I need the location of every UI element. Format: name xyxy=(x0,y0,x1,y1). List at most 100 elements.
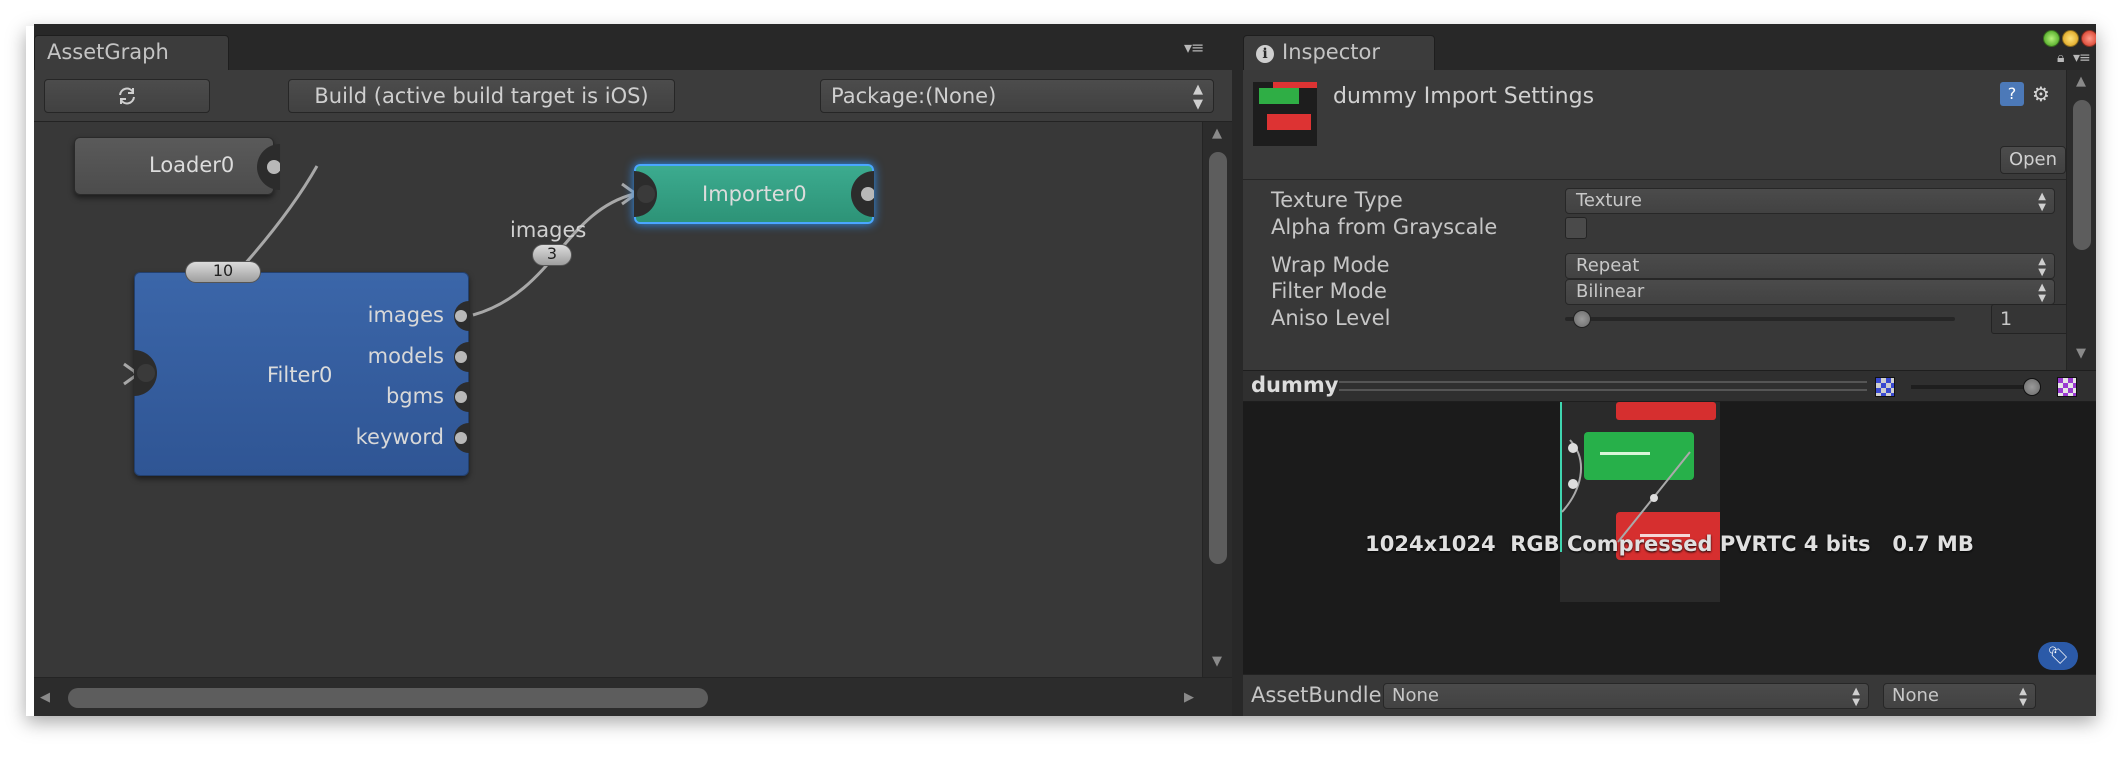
tag-icon[interactable]: 🏷︎ xyxy=(2038,642,2078,670)
preview-header[interactable]: dummy xyxy=(1243,370,2096,402)
texture-type-value: Texture xyxy=(1576,190,1642,211)
asset-bundle-variant-value: None xyxy=(1892,685,1939,706)
asset-bundle-name-dropdown[interactable]: None ▲ ▼ xyxy=(1383,683,1869,709)
importer-output-port[interactable] xyxy=(844,171,874,217)
vertical-scroll-thumb[interactable] xyxy=(1209,152,1227,564)
refresh-icon xyxy=(119,87,135,105)
graph-vertical-scrollbar[interactable]: ▲ ▼ xyxy=(1202,122,1232,677)
assetgraph-toolbar: Build (active build target is iOS) Packa… xyxy=(34,70,1232,122)
filter-output-port-models[interactable] xyxy=(453,342,469,372)
aniso-level-slider[interactable] xyxy=(1565,310,1955,328)
tab-assetgraph[interactable]: AssetGraph xyxy=(34,35,229,70)
texture-type-dropdown[interactable]: Texture ▲ ▼ xyxy=(1565,188,2055,214)
filter-node-title: Filter0 xyxy=(267,363,333,387)
horizontal-scroll-thumb[interactable] xyxy=(68,688,708,708)
texture-type-label: Texture Type xyxy=(1271,188,1403,212)
build-button-label: Build (active build target is iOS) xyxy=(314,84,649,108)
updown-arrows-icon: ▲ ▼ xyxy=(1193,82,1203,112)
assetgraph-tabbar: AssetGraph ▾≡ xyxy=(34,24,1232,70)
inspector-panel: i Inspector 🔒︎ ▾≡ dummy Import Settings ?… xyxy=(1243,24,2096,716)
inspector-scroll-thumb[interactable] xyxy=(2073,100,2091,250)
scroll-down-icon[interactable]: ▼ xyxy=(2076,346,2086,361)
close-window-icon[interactable] xyxy=(2081,30,2096,47)
package-dropdown-label: Package:(None) xyxy=(831,84,997,108)
assetgraph-panel: AssetGraph ▾≡ Build (active build target… xyxy=(34,24,1232,716)
texture-preview-image xyxy=(1560,402,1720,602)
wrap-mode-dropdown[interactable]: Repeat ▲ ▼ xyxy=(1565,253,2055,279)
refresh-button[interactable] xyxy=(44,79,210,113)
alpha-toggle-icon[interactable] xyxy=(2057,377,2077,397)
build-button[interactable]: Build (active build target is iOS) xyxy=(288,79,675,113)
asset-bundle-variant-dropdown[interactable]: None ▲ ▼ xyxy=(1883,683,2036,709)
import-settings: Texture Type Texture ▲ ▼ Alpha from Grays… xyxy=(1243,180,2091,370)
texture-preview-graphic xyxy=(1560,402,1720,602)
scroll-up-icon[interactable]: ▲ xyxy=(1212,126,1222,141)
gear-icon[interactable]: ⚙ xyxy=(2029,82,2053,106)
scroll-up-icon[interactable]: ▲ xyxy=(2076,74,2086,89)
updown-arrows-icon: ▲ ▼ xyxy=(2019,686,2027,708)
tab-inspector[interactable]: i Inspector xyxy=(1243,35,1435,70)
help-icon[interactable]: ? xyxy=(2000,82,2024,106)
texture-preview: 1024x1024 RGB Compressed PVRTC 4 bits 0.… xyxy=(1243,402,2096,674)
alpha-from-grayscale-label: Alpha from Grayscale xyxy=(1271,215,1498,239)
aniso-level-value: 1 xyxy=(2000,308,2013,330)
filter-output-label: bgms xyxy=(385,384,444,408)
asset-bundle-label: AssetBundle xyxy=(1251,683,1382,707)
filter-output-label: models xyxy=(367,344,444,368)
graph-horizontal-scrollbar[interactable]: ◀ ▶ xyxy=(34,677,1232,716)
maximize-window-icon[interactable] xyxy=(2043,30,2060,47)
graph-canvas[interactable]: Loader0 Importer0 Filter0 images models … xyxy=(34,122,1202,677)
rgb-toggle-icon[interactable] xyxy=(1875,377,1895,397)
minimize-window-icon[interactable] xyxy=(2062,30,2079,47)
filter-input-port[interactable] xyxy=(134,350,164,396)
alpha-from-grayscale-checkbox[interactable] xyxy=(1565,217,1587,239)
importer-input-port[interactable] xyxy=(634,171,664,217)
scroll-left-icon[interactable]: ◀ xyxy=(40,690,50,705)
aniso-level-label: Aniso Level xyxy=(1271,306,1391,330)
scroll-right-icon[interactable]: ▶ xyxy=(1184,690,1194,705)
connection-label: images xyxy=(510,218,587,242)
aniso-level-slider-knob[interactable] xyxy=(1573,310,1591,328)
preview-drag-handle[interactable] xyxy=(1339,381,1867,391)
scroll-down-icon[interactable]: ▼ xyxy=(1212,654,1222,669)
panel-menu-icon[interactable]: ▾≡ xyxy=(2073,50,2091,66)
package-dropdown[interactable]: Package:(None) ▲ ▼ xyxy=(820,79,1214,113)
wrap-mode-value: Repeat xyxy=(1576,255,1640,276)
inspector-title: dummy Import Settings xyxy=(1333,84,1595,109)
filter-mode-dropdown[interactable]: Bilinear ▲ ▼ xyxy=(1565,279,2055,305)
open-button[interactable]: Open xyxy=(2000,146,2066,174)
updown-arrows-icon: ▲ ▼ xyxy=(2038,256,2046,278)
mip-level-slider-knob[interactable] xyxy=(2023,378,2041,396)
filter-output-port-images[interactable] xyxy=(453,301,469,331)
inspector-header: dummy Import Settings ? ⚙ Open xyxy=(1243,70,2096,180)
preview-asset-name: dummy xyxy=(1251,373,1339,397)
importer-node-title: Importer0 xyxy=(702,182,807,206)
filter-node[interactable]: Filter0 images models bgms keyword xyxy=(134,272,469,476)
filter-output-port-keyword[interactable] xyxy=(453,423,469,453)
panel-divider[interactable] xyxy=(1232,24,1243,716)
tab-assetgraph-label: AssetGraph xyxy=(47,40,169,64)
inspector-tabbar: i Inspector 🔒︎ ▾≡ xyxy=(1243,24,2096,70)
loader-output-port[interactable] xyxy=(250,144,280,190)
filter-output-port-bgms[interactable] xyxy=(453,382,469,412)
asset-bundle-bar: AssetBundle None ▲ ▼ None ▲ ▼ xyxy=(1243,674,2096,716)
updown-arrows-icon: ▲ ▼ xyxy=(1852,686,1860,708)
filter-output-label: keyword xyxy=(355,425,444,449)
importer-node[interactable]: Importer0 xyxy=(634,164,874,224)
inspector-vertical-scrollbar[interactable]: ▲ ▼ xyxy=(2066,70,2096,370)
asset-bundle-name-value: None xyxy=(1392,685,1439,706)
asset-thumbnail xyxy=(1253,82,1317,146)
connection-count-badge[interactable]: 3 xyxy=(532,244,572,266)
updown-arrows-icon: ▲ ▼ xyxy=(2038,282,2046,304)
filter-mode-label: Filter Mode xyxy=(1271,279,1387,303)
panel-menu-icon[interactable]: ▾≡ xyxy=(1184,38,1204,57)
mip-level-slider[interactable] xyxy=(1911,385,2031,389)
connection-count-badge[interactable]: 10 xyxy=(185,261,261,283)
loader-node-title: Loader0 xyxy=(149,153,235,177)
loader-node[interactable]: Loader0 xyxy=(74,137,280,195)
updown-arrows-icon: ▲ ▼ xyxy=(2038,191,2046,213)
texture-info: 1024x1024 RGB Compressed PVRTC 4 bits 0.… xyxy=(1365,532,1974,556)
editor-window: AssetGraph ▾≡ Build (active build target… xyxy=(34,24,2096,716)
lock-icon[interactable]: 🔒︎ xyxy=(2057,50,2065,66)
open-button-label: Open xyxy=(2008,149,2058,170)
